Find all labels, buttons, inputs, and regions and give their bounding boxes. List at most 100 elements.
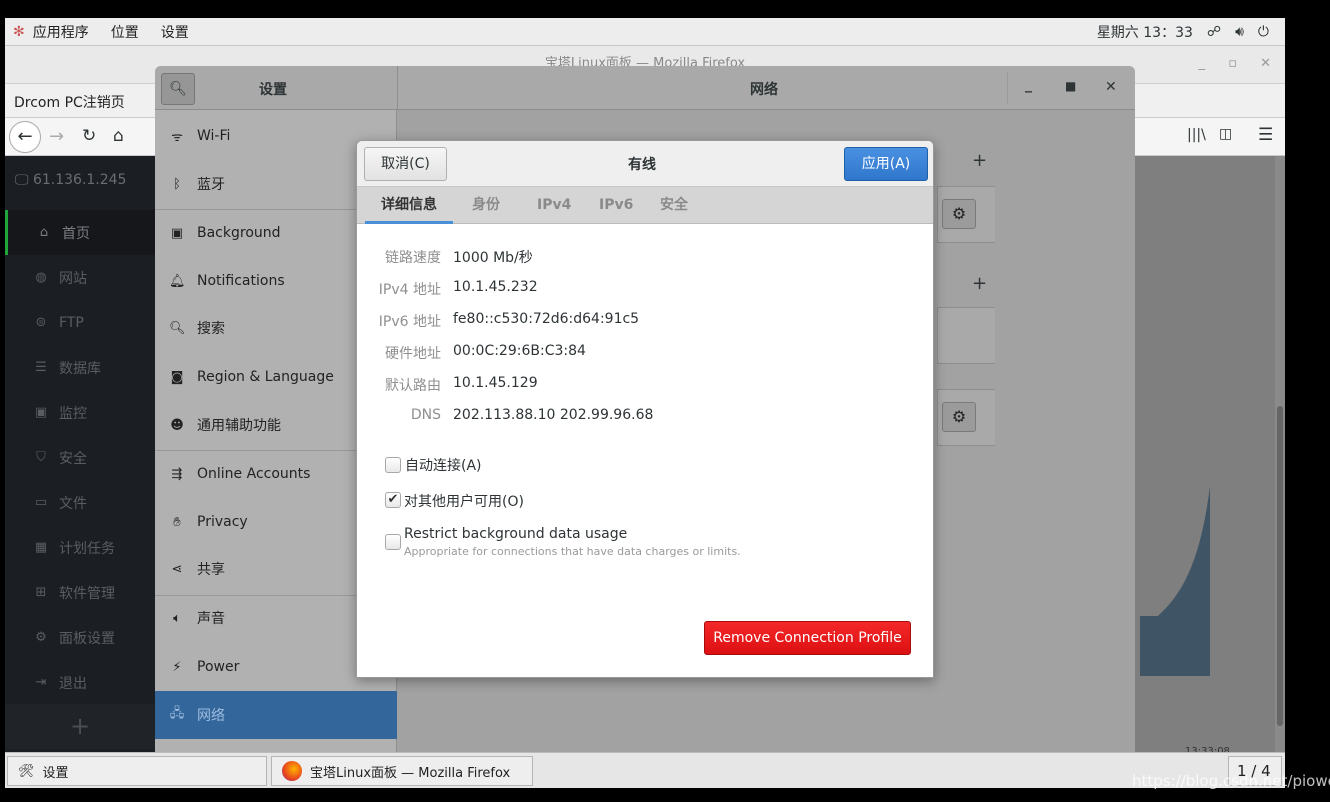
taskbar-firefox[interactable]: 宝塔Linux面板 — Mozilla Firefox: [271, 756, 533, 786]
bt-nav-item[interactable]: ▦ 计划任务: [5, 525, 155, 570]
detail-key: 链路速度: [385, 250, 441, 266]
menu-applications[interactable]: 应用程序: [33, 22, 89, 42]
bt-nav-item[interactable]: ☰ 数据库: [5, 345, 155, 390]
search-button[interactable]: 🔍︎: [161, 73, 195, 105]
close-button[interactable]: ✕: [1105, 79, 1117, 95]
menu-places[interactable]: 位置: [111, 22, 139, 42]
traffic-chart: [1140, 486, 1210, 676]
dialog-title: 有线: [628, 157, 656, 173]
bt-nav-item[interactable]: ▣ 监控: [5, 390, 155, 435]
back-button[interactable]: ←: [9, 121, 41, 153]
settings-item-label: 声音: [197, 611, 225, 627]
bt-nav-item[interactable]: ⊜ FTP: [5, 300, 155, 345]
detail-value: 1000 Mb/秒: [453, 250, 533, 266]
bell-icon: 🔔︎: [169, 273, 186, 289]
top-panel: ✻ 应用程序 位置 设置 星期六 13：33 ☍ 🔊︎ ⏻: [5, 18, 1285, 46]
browser-tab[interactable]: Drcom PC注销页: [14, 92, 125, 112]
watermark: https://blog.csdn.net/piowe: [1132, 772, 1330, 790]
nav-icon: ⊞: [35, 585, 47, 600]
detail-row: 硬件地址 00:0C:29:6B:C3:84: [357, 343, 933, 367]
detail-row: IPv6 地址 fe80::c530:72d6:d64:91c5: [357, 311, 933, 335]
all-users-checkbox[interactable]: ✔: [385, 492, 401, 508]
add-connection-icon[interactable]: +: [972, 150, 987, 171]
auto-connect-checkbox[interactable]: [385, 457, 401, 473]
settings-item-label: Background: [197, 225, 281, 241]
settings-item-label: Notifications: [197, 273, 285, 289]
bt-nav-item[interactable]: ⚙ 面板设置: [5, 615, 155, 660]
traffic-area: [1140, 486, 1210, 676]
tab-ipv6[interactable]: IPv6: [599, 187, 633, 224]
network-icon: 🖧: [169, 706, 185, 721]
detail-value: fe80::c530:72d6:d64:91c5: [453, 311, 640, 327]
menu-icon[interactable]: ☰: [1258, 125, 1273, 145]
nav-label: 文件: [59, 495, 87, 512]
nav-icon: ☰: [35, 360, 47, 375]
apply-button[interactable]: 应用(A): [844, 147, 928, 181]
settings-item[interactable]: 🖧 网络: [155, 691, 397, 739]
nav-label: 首页: [62, 225, 90, 242]
bt-nav-item[interactable]: ⌂ 首页: [5, 210, 155, 255]
nav-icon: ⛉: [36, 450, 46, 465]
detail-row: 链路速度 1000 Mb/秒: [357, 247, 933, 271]
gear-icon[interactable]: ⚙: [942, 199, 976, 229]
detail-row: IPv4 地址 10.1.45.232: [357, 279, 933, 303]
restrict-checkbox[interactable]: [385, 534, 401, 550]
bt-nav-item[interactable]: ◍ 网站: [5, 255, 155, 300]
nav-label: 面板设置: [59, 630, 115, 647]
detail-value: 00:0C:29:6B:C3:84: [453, 343, 586, 359]
panel-title: 网络: [750, 82, 778, 98]
cancel-button[interactable]: 取消(C): [364, 147, 447, 181]
power-icon[interactable]: ⏻: [1258, 24, 1269, 40]
scrollbar[interactable]: [1277, 406, 1283, 726]
restrict-hint: Appropriate for connections that have da…: [404, 545, 741, 558]
detail-key: 硬件地址: [385, 346, 441, 362]
server-ip-text: 61.136.1.245: [32, 172, 127, 188]
minimize-icon[interactable]: _: [1199, 46, 1206, 82]
tab-identity[interactable]: 身份: [472, 187, 500, 224]
close-icon[interactable]: ✕: [1260, 46, 1271, 82]
auto-connect-label: 自动连接(A): [405, 458, 482, 474]
volume-icon[interactable]: 🔊︎: [1235, 24, 1244, 40]
nav-icon: ▣: [34, 405, 48, 420]
add-button[interactable]: +: [5, 704, 155, 749]
library-icon[interactable]: |||\: [1187, 127, 1206, 143]
apps-logo-icon: ✻: [13, 23, 25, 40]
bt-nav-item[interactable]: ▭ 文件: [5, 480, 155, 525]
nav-label: 监控: [59, 405, 87, 422]
network-icon[interactable]: ☍: [1207, 24, 1221, 40]
gear-icon[interactable]: ⚙: [942, 402, 976, 432]
remove-connection-button[interactable]: Remove Connection Profile: [704, 621, 911, 655]
nav-label: 计划任务: [59, 540, 115, 557]
maximize-button[interactable]: ■: [1065, 79, 1076, 93]
tab-security[interactable]: 安全: [660, 187, 688, 224]
power-icon: ⚡︎: [172, 659, 182, 675]
wired-dialog: 取消(C) 有线 应用(A) 详细信息 身份 IPv4 IPv6 安全 链路速度…: [356, 140, 934, 678]
tab-details[interactable]: 详细信息: [365, 187, 453, 224]
settings-header: 🔍︎ 设置 网络 _ ■ ✕: [155, 66, 1135, 110]
reload-button[interactable]: ↻: [82, 126, 96, 146]
tab-ipv4[interactable]: IPv4: [537, 187, 571, 224]
nav-icon: ⚙: [35, 630, 47, 645]
nav-icon: ⌂: [39, 225, 49, 240]
detail-key: DNS: [410, 407, 441, 423]
clock[interactable]: 星期六 13：33: [1097, 22, 1193, 42]
nav-label: 安全: [59, 450, 87, 467]
sidebar-icon[interactable]: ◫: [1219, 126, 1232, 142]
nav-icon: ⇥: [35, 675, 47, 690]
menu-settings[interactable]: 设置: [161, 22, 189, 42]
share-icon: ⋖: [171, 561, 183, 577]
forward-button[interactable]: →: [49, 126, 64, 147]
nav-icon: ▭: [34, 495, 48, 510]
bt-nav-item[interactable]: ⛉ 安全: [5, 435, 155, 480]
maximize-icon[interactable]: ▫: [1228, 46, 1237, 82]
bt-nav-item[interactable]: ⊞ 软件管理: [5, 570, 155, 615]
dialog-header: 取消(C) 有线 应用(A): [357, 141, 933, 187]
settings-item-label: Online Accounts: [197, 466, 311, 482]
home-button[interactable]: ⌂: [113, 126, 124, 146]
vpn-panel: [937, 307, 995, 364]
minimize-button[interactable]: _: [1025, 77, 1032, 93]
bluetooth-icon: ᛒ: [173, 176, 181, 192]
bt-nav-item[interactable]: ⇥ 退出: [5, 660, 155, 705]
add-vpn-icon[interactable]: +: [972, 273, 987, 294]
taskbar-settings[interactable]: 🛠︎ 设置: [7, 756, 267, 786]
